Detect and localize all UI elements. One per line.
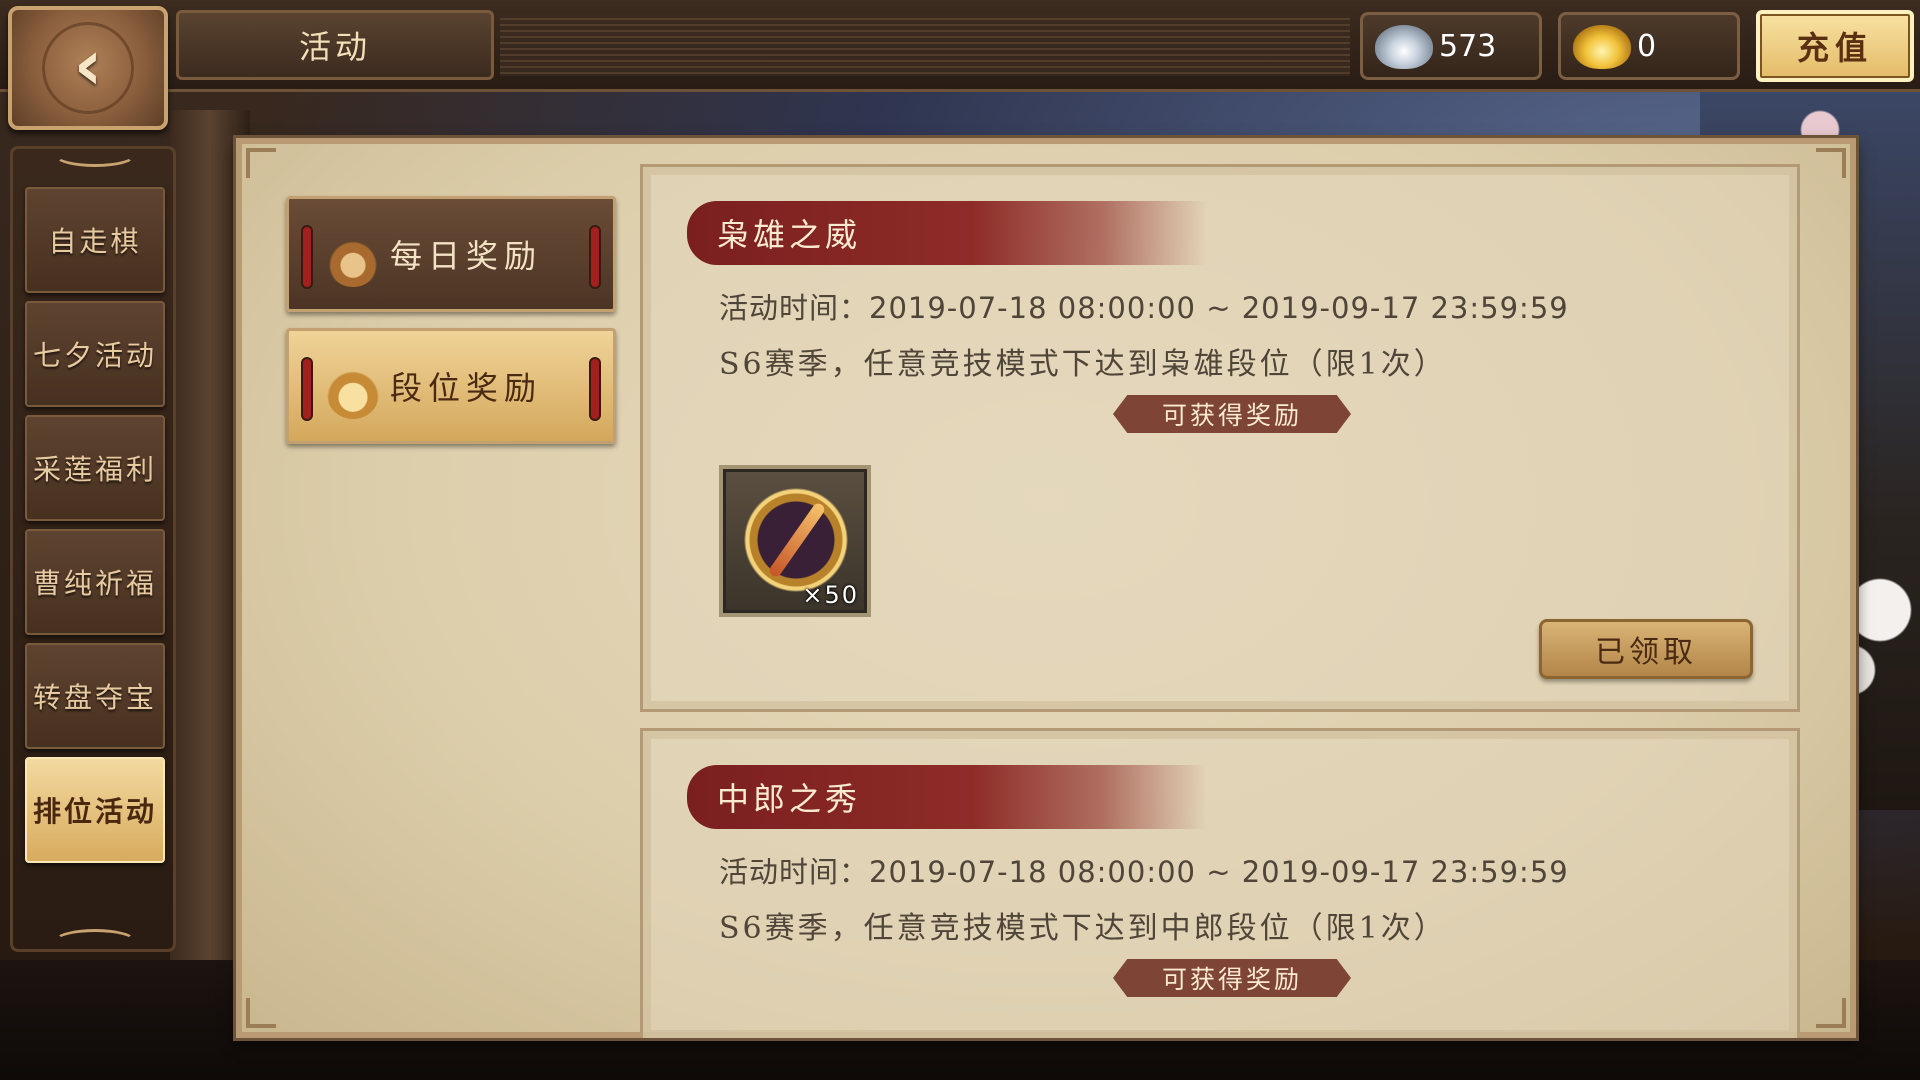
gold-amount: 0 [1637, 28, 1657, 64]
top-bar-decoration [500, 14, 1350, 76]
panel-corner [1816, 148, 1846, 178]
silver-amount: 573 [1439, 28, 1497, 64]
silver-ingot-icon [1375, 25, 1433, 69]
sidebar-item-ranked[interactable]: 排位活动 [25, 757, 165, 863]
tab-label: 每日奖励 [389, 237, 542, 275]
panel-corner [1816, 998, 1846, 1028]
flame-emblem-icon [327, 225, 379, 287]
tab-bar-decoration [591, 359, 599, 419]
card-time: 活动时间：2019-07-18 08:00:00 ~ 2019-09-17 23… [719, 855, 1569, 889]
back-button[interactable]: ‹ [8, 6, 168, 130]
gold-currency: 0 [1558, 12, 1740, 80]
main-panel: 每日奖励 段位奖励 枭雄之威 活动时间：2019-07-18 08:00:00 … [236, 138, 1856, 1038]
sidebar-item-qixi[interactable]: 七夕活动 [25, 301, 165, 407]
back-arrow-icon: ‹ [73, 24, 103, 106]
sidebar-item-auto-chess[interactable]: 自走棋 [25, 187, 165, 293]
reward-banner: 可获得奖励 [1113, 395, 1351, 433]
reward-item-slot[interactable]: ×50 [719, 465, 871, 617]
sidebar-ornament-top [53, 141, 137, 167]
page-title: 活动 [176, 10, 494, 80]
sidebar-item-wheel[interactable]: 转盘夺宝 [25, 643, 165, 749]
tab-bar-decoration [303, 227, 311, 287]
back-ring: ‹ [42, 22, 134, 114]
sidebar-menu: 自走棋 七夕活动 采莲福利 曹纯祈福 转盘夺宝 排位活动 [10, 141, 176, 955]
reward-card: 中郎之秀 活动时间：2019-07-18 08:00:00 ~ 2019-09-… [640, 728, 1800, 1038]
tab-rank-reward[interactable]: 段位奖励 [286, 328, 616, 444]
claimed-button[interactable]: 已领取 [1539, 619, 1753, 679]
sidebar-item-lotus[interactable]: 采莲福利 [25, 415, 165, 521]
top-bar: 活动 573 0 充值 [0, 0, 1920, 92]
tab-label: 段位奖励 [389, 369, 542, 407]
sidebar-item-caochun[interactable]: 曹纯祈福 [25, 529, 165, 635]
card-description: S6赛季，任意竞技模式下达到中郎段位（限1次） [719, 911, 1447, 946]
tab-daily-reward[interactable]: 每日奖励 [286, 196, 616, 312]
flame-emblem-icon [327, 357, 379, 419]
card-time: 活动时间：2019-07-18 08:00:00 ~ 2019-09-17 23… [719, 291, 1569, 325]
gold-ingot-icon [1573, 25, 1631, 69]
panel-corner [246, 998, 276, 1028]
reward-banner: 可获得奖励 [1113, 959, 1351, 997]
sidebar-ornament-bottom [53, 929, 137, 955]
tab-bar-decoration [303, 359, 311, 419]
sword-medal-icon [743, 487, 849, 593]
card-title: 中郎之秀 [687, 765, 1207, 829]
silver-currency: 573 [1360, 12, 1542, 80]
card-description: S6赛季，任意竞技模式下达到枭雄段位（限1次） [719, 347, 1447, 382]
recharge-button[interactable]: 充值 [1756, 10, 1914, 82]
reward-card: 枭雄之威 活动时间：2019-07-18 08:00:00 ~ 2019-09-… [640, 164, 1800, 712]
card-title: 枭雄之威 [687, 201, 1207, 265]
panel-corner [246, 148, 276, 178]
reward-item-count: ×50 [802, 581, 859, 609]
tab-bar-decoration [591, 227, 599, 287]
